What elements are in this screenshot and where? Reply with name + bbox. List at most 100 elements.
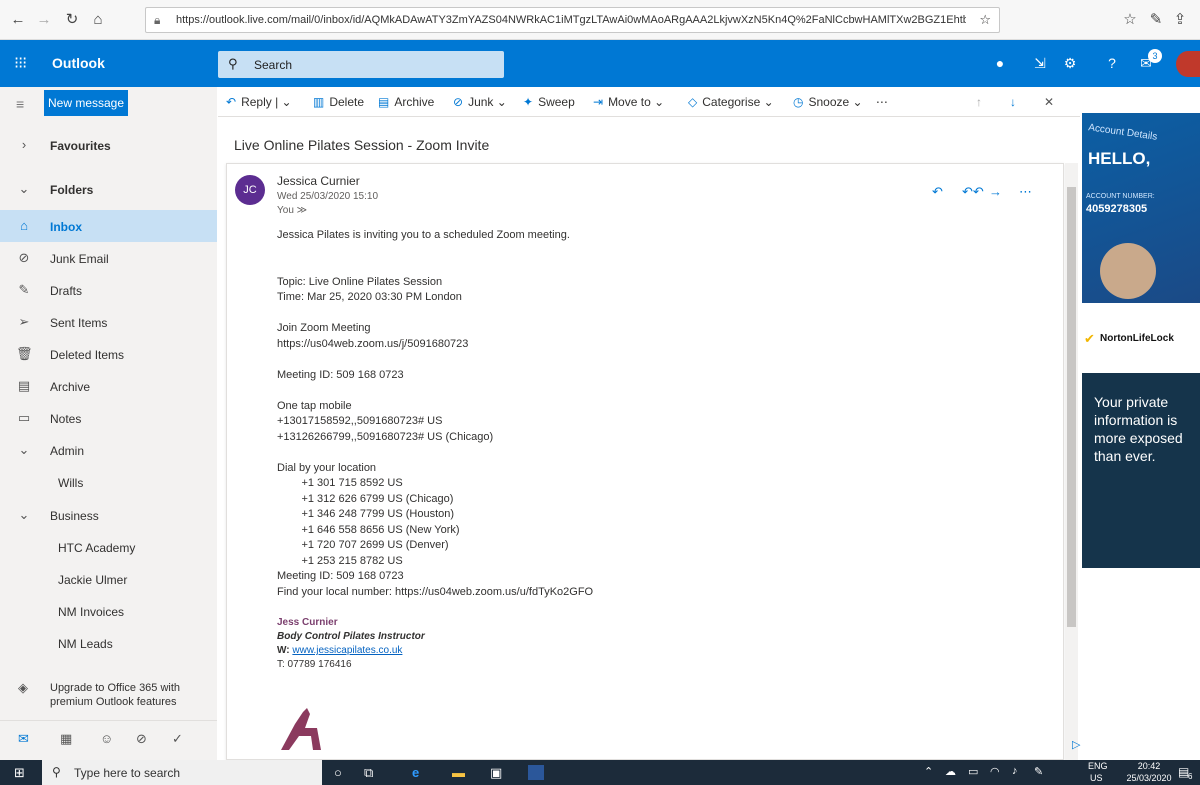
sidebar-item-jackie-ulmer[interactable]: Jackie Ulmer [0, 563, 217, 595]
body-line: Find your local number: https://us04web.… [277, 585, 594, 598]
help-icon[interactable]: ? [1102, 55, 1122, 71]
tray-up-icon[interactable]: ⌃ [924, 765, 933, 778]
sidebar-item-drafts[interactable]: ✎ Drafts [0, 274, 217, 306]
upgrade-line1[interactable]: Upgrade to Office 365 with [50, 682, 180, 694]
categorise-button[interactable]: ◇ Categorise ⌄ [688, 95, 774, 109]
windows-icon[interactable]: ⊞ [14, 765, 25, 781]
refresh-icon[interactable]: ↻ [62, 10, 82, 30]
sidebar-item-nm-leads[interactable]: NM Leads [0, 627, 217, 659]
mail-icon[interactable]: ✉ [18, 731, 29, 747]
lock-icon: 🔒︎ [154, 13, 161, 27]
sidebar-item-archive[interactable]: ▤ Archive [0, 370, 217, 402]
upgrade-line2[interactable]: premium Outlook features [50, 696, 177, 708]
ad-text: Your private information is more exposed… [1094, 394, 1183, 464]
sidebar-item-htc-academy[interactable]: HTC Academy [0, 531, 217, 563]
sidebar-item-notes[interactable]: ▭ Notes [0, 402, 217, 434]
sidebar-item-label: Notes [50, 412, 82, 426]
signature-link[interactable]: www.jessicapilates.co.uk [292, 645, 402, 656]
forward-icon[interactable]: → [989, 184, 1002, 199]
sidebar-item-folders[interactable]: ⌄ Folders [0, 173, 217, 205]
wifi-icon[interactable]: ◠ [990, 765, 1000, 778]
lang-eng[interactable]: ENG [1088, 761, 1108, 771]
sidebar-item-deleted-items[interactable]: 🗑 Deleted Items [0, 338, 217, 370]
more-icon[interactable]: ⋯ [1019, 184, 1032, 200]
url-text[interactable]: https://outlook.live.com/mail/0/inbox/id… [176, 14, 966, 26]
back-icon[interactable]: ← [8, 10, 28, 30]
word-icon[interactable] [528, 765, 544, 780]
volume-icon[interactable]: ♪ [1012, 765, 1018, 777]
edge-icon[interactable]: e [412, 765, 419, 780]
recipients[interactable]: You ≫ [277, 205, 307, 216]
folder-pane: ≡ New message › Favourites ⌄ Folders ⌂ Inbox ⊘… [0, 87, 217, 760]
play-icon[interactable]: ▷ [1072, 738, 1080, 751]
sidebar-item-admin[interactable]: ⌄ Admin [0, 434, 217, 466]
app-name[interactable]: Outlook [52, 55, 105, 71]
app-launcher-icon[interactable]: ⁝⁝⁝ [14, 53, 27, 73]
pilates-logo [281, 708, 321, 750]
body-line: Meeting ID: 509 168 0723 [277, 570, 404, 582]
archive-button[interactable]: ▤ Archive [378, 95, 434, 109]
close-icon[interactable]: ✕ [1044, 95, 1054, 109]
pen-tray-icon[interactable]: ✎ [1034, 765, 1043, 778]
menu-icon[interactable]: ≡ [16, 96, 24, 112]
tray-battery-icon[interactable]: ▭ [968, 765, 978, 778]
message-card: JC Jessica Curnier Wed 25/03/2020 15:10 … [226, 163, 1064, 760]
favorites-icon[interactable]: ☆ [1120, 10, 1140, 30]
todo-icon[interactable]: ⇲ [1030, 55, 1050, 72]
lang-us[interactable]: US [1090, 773, 1103, 783]
sender-avatar[interactable]: JC [235, 175, 265, 205]
address-bar[interactable]: 🔒︎ https://outlook.live.com/mail/0/inbox… [145, 7, 1000, 33]
sender-name[interactable]: Jessica Curnier [277, 174, 360, 188]
taskbar-search-input[interactable]: Type here to search [74, 766, 180, 780]
clock-date[interactable]: 25/03/2020 [1125, 773, 1173, 783]
advertisement[interactable]: Account Details HELLO, ACCOUNT NUMBER: 4… [1082, 113, 1200, 568]
junk-button[interactable]: ⊘ Junk ⌄ [453, 95, 507, 109]
search-box[interactable]: ⚲ Search [218, 51, 504, 78]
sidebar-item-business[interactable]: ⌄ Business [0, 499, 217, 531]
tray-cloud-icon[interactable]: ☁ [945, 765, 956, 778]
new-message-button[interactable]: New message [44, 90, 128, 116]
home-icon[interactable]: ⌂ [88, 10, 108, 30]
sidebar-item-favourites[interactable]: › Favourites [0, 129, 217, 161]
skype-icon[interactable]: ● [990, 55, 1010, 71]
store-icon[interactable]: ▣ [490, 765, 502, 781]
reply-icon[interactable]: ↶ [932, 184, 943, 200]
scroll-thumb[interactable] [1067, 187, 1076, 627]
calendar-icon[interactable]: ▦ [60, 731, 72, 747]
sidebar-item-junk-email[interactable]: ⊘ Junk Email [0, 242, 217, 274]
star-icon[interactable]: ☆ [979, 12, 991, 28]
pen-icon[interactable]: ✎ [1146, 10, 1166, 30]
tag-icon: ◇ [688, 95, 698, 109]
forward-icon[interactable]: → [34, 10, 54, 30]
message-scrollbar[interactable] [1065, 163, 1078, 760]
avatar[interactable] [1176, 51, 1200, 77]
settings-icon[interactable]: ⚙ [1060, 55, 1080, 72]
inbox-icon: ⌂ [20, 218, 28, 233]
snooze-button[interactable]: ◷ Snooze ⌄ ⋯ [793, 95, 888, 109]
move-to-button[interactable]: ⇥ Move to ⌄ [593, 95, 664, 109]
sidebar-item-sent-items[interactable]: ➢ Sent Items [0, 306, 217, 338]
body-line: Time: Mar 25, 2020 03:30 PM London [277, 291, 462, 303]
sweep-button[interactable]: ✦ Sweep [523, 95, 575, 109]
search-input[interactable]: Search [254, 58, 292, 72]
tasks-icon[interactable]: ✓ [172, 731, 183, 747]
delete-button[interactable]: ▥ Delete [313, 95, 364, 109]
taskbar-search[interactable]: ⚲ Type here to search [42, 760, 322, 785]
ad-photo [1100, 243, 1156, 299]
task-view-icon[interactable]: ⧉ [364, 765, 373, 781]
sidebar-item-inbox[interactable]: ⌂ Inbox [0, 210, 217, 242]
clock-time[interactable]: 20:42 [1125, 761, 1173, 771]
attach-icon[interactable]: ⊘ [136, 731, 147, 747]
body-line: Dial by your location [277, 461, 377, 474]
reply-all-icon[interactable]: ↶↶ [962, 184, 984, 200]
ad-brand: NortonLifeLock [1100, 333, 1174, 344]
sidebar-item-wills[interactable]: Wills [0, 466, 217, 498]
share-icon[interactable]: ⇪ [1170, 10, 1190, 30]
cortana-icon[interactable]: ○ [334, 765, 342, 780]
sidebar-item-nm-invoices[interactable]: NM Invoices [0, 595, 217, 627]
down-arrow-icon[interactable]: ↓ [1010, 95, 1016, 109]
reply-button[interactable]: ↶ Reply | ⌄ [226, 95, 292, 109]
file-explorer-icon[interactable]: ▬ [452, 765, 465, 780]
people-icon[interactable]: ☺ [100, 731, 113, 746]
up-arrow-icon[interactable]: ↑ [976, 95, 982, 109]
